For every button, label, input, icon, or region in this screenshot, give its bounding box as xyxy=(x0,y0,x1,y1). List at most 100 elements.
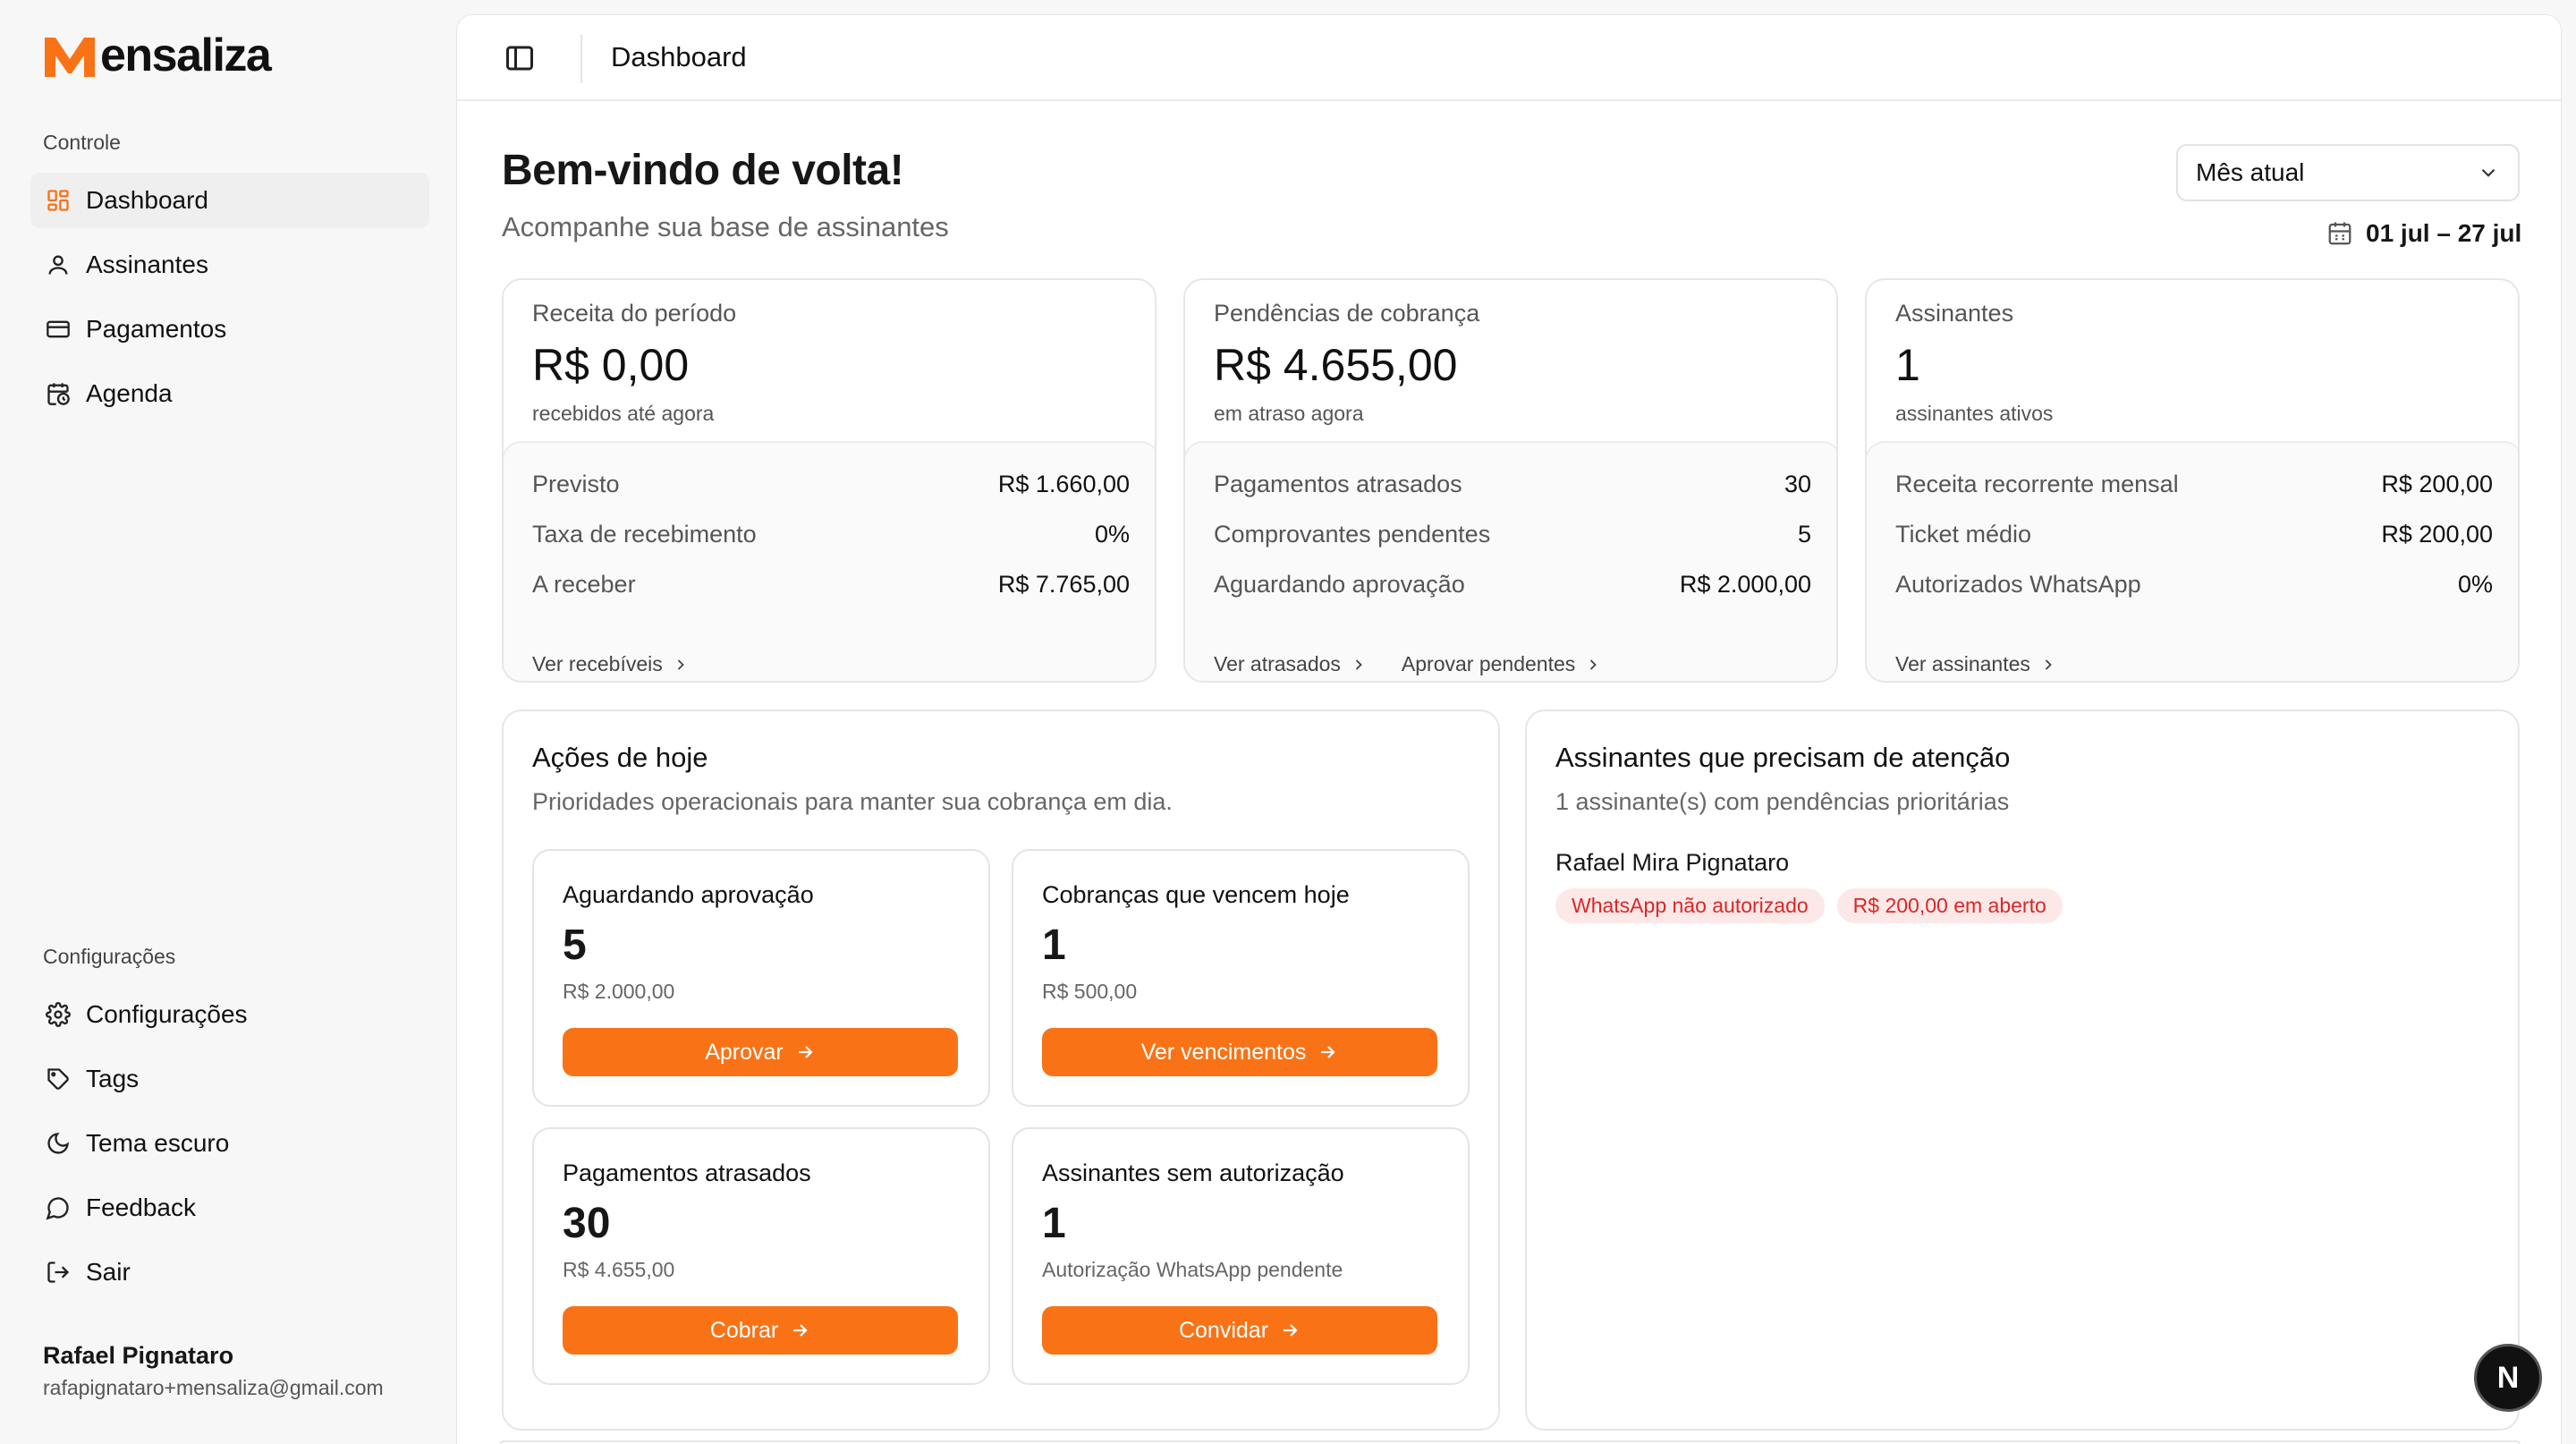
sidebar-toggle-button[interactable] xyxy=(504,42,536,74)
actions-panel: Ações de hoje Prioridades operacionais p… xyxy=(502,709,1500,1431)
calendar-icon xyxy=(2328,222,2351,245)
kpi-card-receita: Receita do período R$ 0,00 recebidos até… xyxy=(502,278,1157,683)
sidebar-item-label: Assinantes xyxy=(86,251,208,278)
kpi-card-assinantes: Assinantes 1 assinantes ativos Receita r… xyxy=(1865,278,2520,683)
arrow-right-icon xyxy=(1284,1324,1298,1337)
brand-logo[interactable]: ensaliza xyxy=(41,25,272,81)
kpi-row-label: A receber xyxy=(532,570,636,598)
arrow-right-icon xyxy=(793,1324,808,1337)
devtools-fab-button[interactable]: N xyxy=(2474,1344,2542,1412)
kpi-row-label: Ticket médio xyxy=(1895,520,2032,548)
link-label: Aprovar pendentes xyxy=(1401,652,1576,675)
sidebar-item-configuracoes[interactable]: Configurações xyxy=(30,987,429,1042)
kpi-row: Autorizados WhatsApp 0% xyxy=(1895,566,2493,602)
kpi-details: Previsto R$ 1.660,00 Taxa de recebimento 0… xyxy=(504,441,1155,681)
action-card-vencem-hoje: Cobranças que vencem hoje 1 R$ 500,00 Ve… xyxy=(1012,849,1470,1107)
kpi-card-pendencias: Pendências de cobrança R$ 4.655,00 em at… xyxy=(1183,278,1838,683)
kpi-label: Pendências de cobrança xyxy=(1214,300,1480,327)
link-label: Ver atrasados xyxy=(1214,652,1341,675)
chevron-right-icon xyxy=(677,658,684,670)
sidebar-item-label: Sair xyxy=(86,1258,131,1286)
status-badge: R$ 200,00 em aberto xyxy=(1836,888,2063,923)
aprovar-button[interactable]: Aprovar xyxy=(563,1028,958,1076)
date-range-text: 01 jul – 27 jul xyxy=(2366,219,2522,247)
kpi-row-label: Taxa de recebimento xyxy=(532,520,757,548)
tag-icon xyxy=(43,1064,73,1094)
user-icon xyxy=(43,250,73,280)
section-label-control: Controle xyxy=(43,131,121,154)
chevron-right-icon xyxy=(1355,658,1362,670)
kpi-row-label: Autorizados WhatsApp xyxy=(1895,570,2141,598)
welcome-subtitle: Acompanhe sua base de assinantes xyxy=(502,211,949,242)
kpi-row: Aguardando aprovação R$ 2.000,00 xyxy=(1214,566,1811,602)
chevron-right-icon xyxy=(1590,658,1597,670)
kpi-row: Previsto R$ 1.660,00 xyxy=(532,466,1130,502)
logout-icon xyxy=(43,1257,73,1287)
user-email: rafapignataro+mensaliza@gmail.com xyxy=(43,1376,384,1399)
kpi-links: Ver recebíveis xyxy=(532,652,690,676)
subscriber-name[interactable]: Rafael Mira Pignataro xyxy=(1555,849,1789,877)
sidebar-item-tags[interactable]: Tags xyxy=(30,1051,429,1107)
kpi-row-value: R$ 200,00 xyxy=(2381,520,2493,548)
sidebar-item-label: Configurações xyxy=(86,1000,248,1028)
kpi-row-label: Receita recorrente mensal xyxy=(1895,470,2179,497)
kpi-row-label: Previsto xyxy=(532,470,620,497)
sidebar-item-assinantes[interactable]: Assinantes xyxy=(30,237,429,293)
sidebar-item-tema-escuro[interactable]: Tema escuro xyxy=(30,1116,429,1171)
sidebar-item-agenda[interactable]: Agenda xyxy=(30,366,429,421)
chat-bubble-icon xyxy=(43,1193,73,1223)
actions-subtitle: Prioridades operacionais para manter sua… xyxy=(532,788,1173,815)
fab-letter: N xyxy=(2496,1360,2520,1395)
cobrar-button[interactable]: Cobrar xyxy=(563,1306,958,1355)
section-label-settings: Configurações xyxy=(43,945,176,968)
kpi-row-value: 30 xyxy=(1784,470,1811,497)
sidebar-item-label: Feedback xyxy=(86,1193,196,1221)
arrow-right-icon xyxy=(1321,1046,1335,1058)
kpi-row-value: 0% xyxy=(1094,520,1130,548)
sidebar-item-label: Tema escuro xyxy=(86,1129,230,1157)
action-card-subtext: R$ 2.000,00 xyxy=(563,980,675,1003)
panel-left-icon xyxy=(506,46,533,71)
gear-icon xyxy=(43,999,73,1030)
brand-name: ensaliza xyxy=(100,30,272,81)
sidebar-item-label: Agenda xyxy=(86,379,173,407)
sidebar: ensaliza Controle Dashboard Assinantes P… xyxy=(0,0,456,1444)
kpi-row-value: 0% xyxy=(2457,570,2493,598)
ver-recebiveis-link[interactable]: Ver recebíveis xyxy=(532,652,690,676)
subscriber-badges: WhatsApp não autorizado R$ 200,00 em abe… xyxy=(1555,888,2063,923)
actions-title: Ações de hoje xyxy=(532,742,708,773)
button-label: Aprovar xyxy=(705,1039,784,1065)
kpi-row: Receita recorrente mensal R$ 200,00 xyxy=(1895,466,2493,502)
link-label: Ver recebíveis xyxy=(532,652,663,675)
button-label: Ver vencimentos xyxy=(1140,1039,1307,1065)
action-card-atrasados: Pagamentos atrasados 30 R$ 4.655,00 Cobr… xyxy=(532,1127,990,1385)
kpi-row-label: Comprovantes pendentes xyxy=(1214,520,1491,548)
kpi-row-value: R$ 200,00 xyxy=(2381,470,2493,497)
kpi-details: Pagamentos atrasados 30 Comprovantes pend… xyxy=(1185,441,1836,681)
sidebar-item-feedback[interactable]: Feedback xyxy=(30,1180,429,1236)
action-card-subtext: R$ 500,00 xyxy=(1042,980,1138,1003)
kpi-row-label: Aguardando aprovação xyxy=(1214,570,1465,598)
ver-assinantes-link[interactable]: Ver assinantes xyxy=(1895,652,2057,676)
kpi-row-value: R$ 2.000,00 xyxy=(1679,570,1811,598)
action-card-title: Pagamentos atrasados xyxy=(563,1159,811,1186)
sidebar-item-pagamentos[interactable]: Pagamentos xyxy=(30,302,429,357)
sidebar-item-dashboard[interactable]: Dashboard xyxy=(30,173,429,228)
ver-atrasados-link[interactable]: Ver atrasados xyxy=(1214,652,1368,676)
calendar-clock-icon xyxy=(43,378,73,409)
aprovar-pendentes-link[interactable]: Aprovar pendentes xyxy=(1402,652,1602,676)
action-card-value: 5 xyxy=(563,922,587,969)
convidar-button[interactable]: Convidar xyxy=(1042,1306,1437,1355)
action-card-value: 30 xyxy=(563,1200,611,1247)
kpi-value: 1 xyxy=(1895,340,1920,390)
period-select[interactable]: Mês atual xyxy=(2176,144,2520,201)
chevron-down-icon xyxy=(2481,168,2496,177)
sidebar-item-sair[interactable]: Sair xyxy=(30,1244,429,1300)
sidebar-item-label: Tags xyxy=(86,1065,140,1092)
kpi-row: A receber R$ 7.765,00 xyxy=(532,566,1130,602)
action-card-value: 1 xyxy=(1042,1200,1066,1247)
ver-vencimentos-button[interactable]: Ver vencimentos xyxy=(1042,1028,1437,1076)
kpi-row: Ticket médio R$ 200,00 xyxy=(1895,516,2493,552)
action-card-title: Aguardando aprovação xyxy=(563,881,814,908)
kpi-row-value: 5 xyxy=(1797,520,1811,548)
